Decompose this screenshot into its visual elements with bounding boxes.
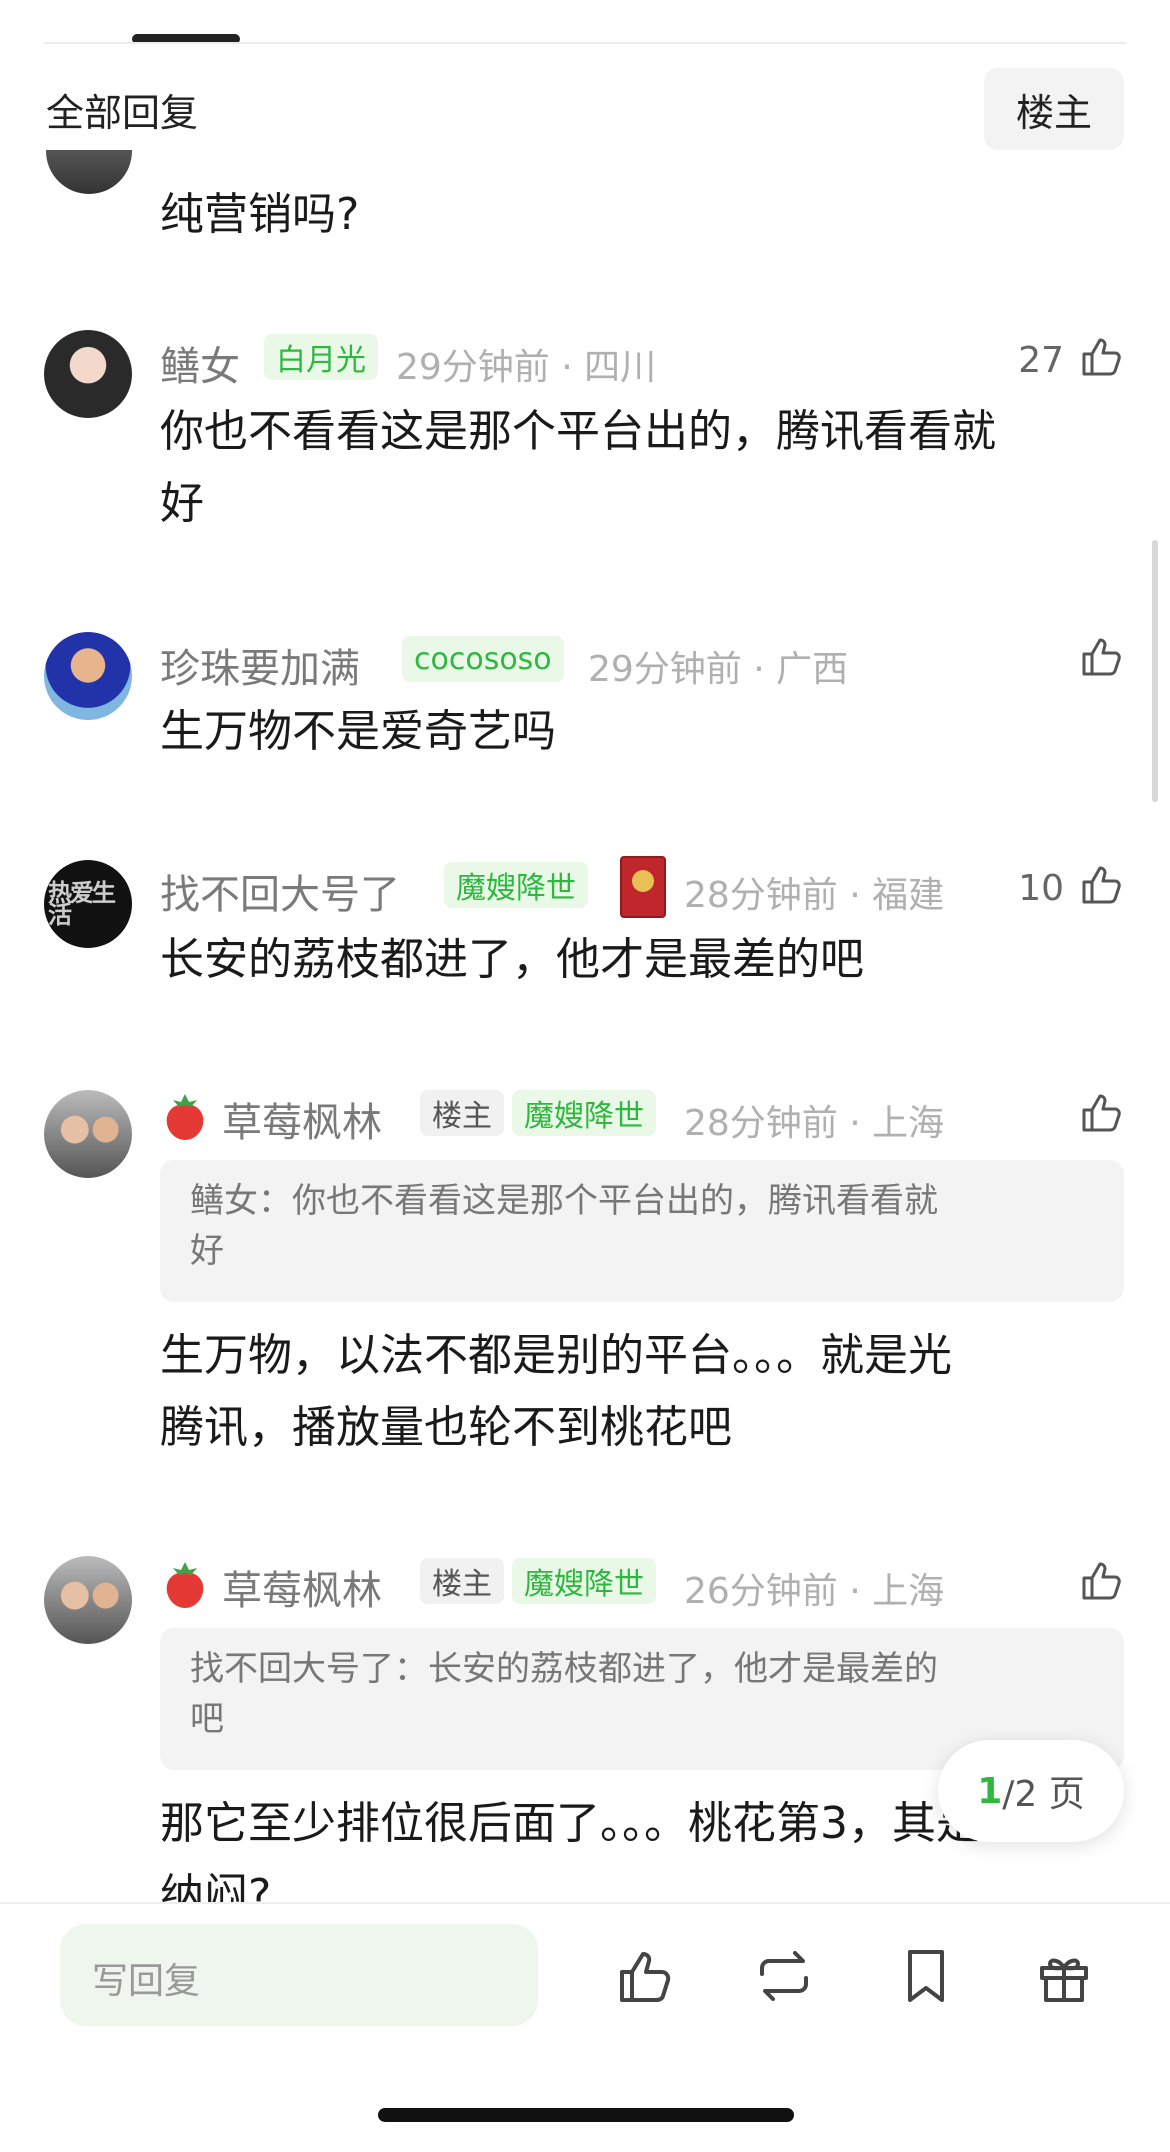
fan-badge: 魔嫂降世 [444, 862, 588, 908]
like-icon[interactable] [614, 1944, 678, 2008]
like-count: 10 [1018, 868, 1064, 909]
op-only-button[interactable]: 楼主 [984, 68, 1124, 150]
like-icon[interactable] [1078, 632, 1126, 680]
avatar[interactable] [46, 150, 132, 194]
strawberry-icon [166, 1094, 204, 1140]
comment-line: 长安的荔枝都进了，他才是最差的吧 [160, 934, 864, 985]
comment-line: 好 [160, 478, 204, 529]
page-title: 全部回复 [46, 91, 199, 135]
quote-line: 鳝女：你也不看看这是那个平台出的，腾讯看看就 [190, 1181, 938, 1221]
comment-text: 纯营销吗? [160, 189, 360, 240]
quote-line: 好 [190, 1231, 224, 1271]
op-badge: 楼主 [420, 1090, 504, 1136]
comment-line: 腾讯，播放量也轮不到桃花吧 [160, 1402, 732, 1453]
avatar[interactable] [44, 1556, 132, 1644]
bookmark-icon[interactable] [894, 1944, 958, 2008]
medal-icon [620, 856, 666, 918]
like-icon[interactable] [1078, 1088, 1126, 1136]
gift-icon[interactable] [1032, 1944, 1096, 2008]
page-total: /2 页 [1002, 1774, 1085, 1815]
avatar[interactable] [44, 1090, 132, 1178]
like-count: 27 [1018, 340, 1064, 381]
avatar[interactable] [44, 632, 132, 720]
quote-line: 找不回大号了：长安的荔枝都进了，他才是最差的 [190, 1649, 938, 1689]
reply-input[interactable]: 写回复 [60, 1924, 538, 2026]
time-location: 29分钟前 · 广西 [588, 649, 849, 690]
fan-badge: 魔嫂降世 [512, 1558, 656, 1604]
fan-badge: 魔嫂降世 [512, 1090, 656, 1136]
time-location: 28分钟前 · 上海 [684, 1103, 945, 1144]
username[interactable]: 草莓枫林 [222, 1558, 382, 1616]
username[interactable]: 鳝女 [160, 334, 240, 392]
time-location: 26分钟前 · 上海 [684, 1571, 945, 1612]
page-indicator[interactable]: 1/2 页 [938, 1740, 1124, 1842]
quoted-reply[interactable]: 鳝女：你也不看看这是那个平台出的，腾讯看看就 好 [160, 1160, 1124, 1302]
comment-line: 生万物不是爱奇艺吗 [160, 706, 556, 757]
reply-placeholder: 写回复 [92, 1961, 201, 2002]
current-page: 1 [977, 1770, 1003, 1812]
comment-line: 生万物，以法不都是别的平台。。。就是光 [160, 1330, 952, 1381]
like-icon[interactable] [1078, 332, 1126, 380]
time-location: 28分钟前 · 福建 [684, 875, 945, 916]
username[interactable]: 珍珠要加满 [160, 636, 360, 694]
fan-badge: 白月光 [264, 334, 378, 380]
divider [44, 42, 1126, 44]
strawberry-icon [166, 1562, 204, 1608]
comment-line: 你也不看看这是那个平台出的，腾讯看看就 [160, 406, 996, 457]
like-icon[interactable] [1078, 1556, 1126, 1604]
avatar[interactable] [44, 330, 132, 418]
username[interactable]: 草莓枫林 [222, 1090, 382, 1148]
like-icon[interactable] [1078, 860, 1126, 908]
username[interactable]: 找不回大号了 [160, 862, 400, 920]
avatar[interactable]: 热爱生活 [44, 860, 132, 948]
scrollbar[interactable] [1152, 540, 1158, 802]
repost-icon[interactable] [752, 1944, 816, 2008]
quote-line: 吧 [190, 1699, 224, 1739]
avatar-text: 热爱生活 [48, 879, 116, 929]
time-location: 29分钟前 · 四川 [396, 347, 657, 388]
op-badge: 楼主 [420, 1558, 504, 1604]
fan-badge: cocososo [402, 636, 564, 682]
home-indicator [378, 2108, 794, 2122]
